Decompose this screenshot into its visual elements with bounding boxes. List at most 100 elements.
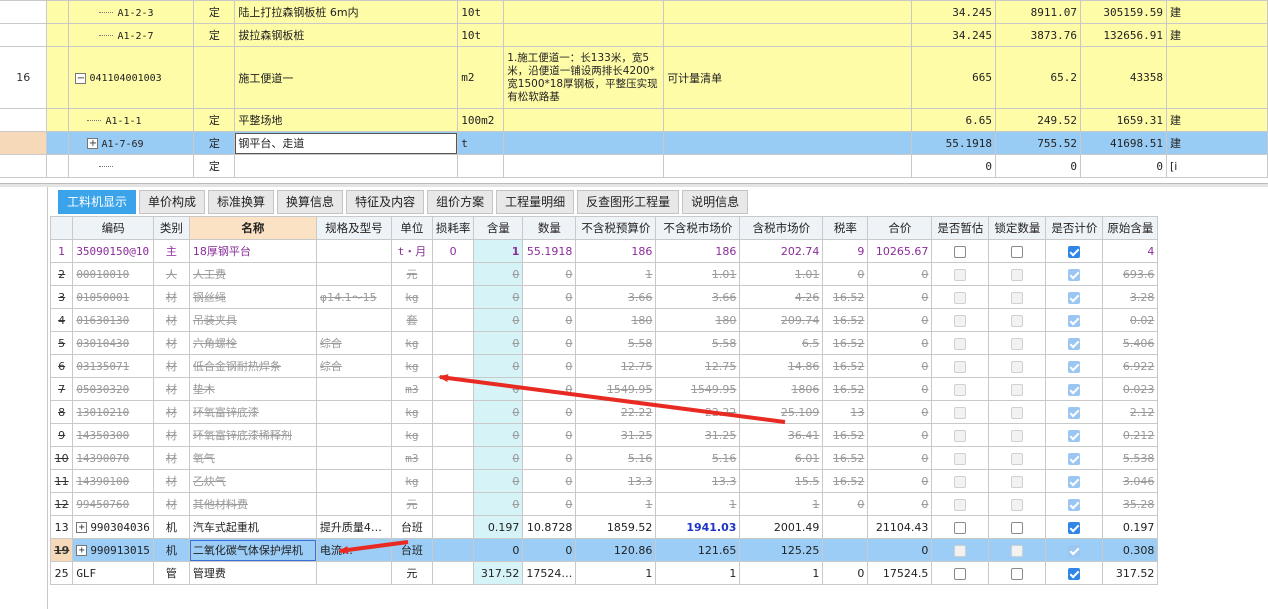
bill-code[interactable]: A1-2-7 [68,23,195,47]
cell-qty[interactable]: 55.1918 [522,239,577,263]
cell-code[interactable]: 14350300 [72,423,154,447]
cell-priced[interactable] [1045,354,1104,378]
bill-feature[interactable] [663,0,913,24]
cell-qty[interactable]: 0 [522,469,577,493]
cell-content[interactable]: 1 [473,239,524,263]
cell-content[interactable]: 0 [473,446,524,470]
cell-code[interactable]: 01630130 [72,308,154,332]
cell-tax[interactable]: 16.52 [822,331,869,355]
cell-lock[interactable] [988,561,1047,585]
cell-content[interactable]: 0 [473,262,524,286]
cell-name[interactable]: 六角螺栓 [188,331,317,355]
cell-taxmarket[interactable]: 14.86 [739,354,824,378]
cell-market[interactable]: 12.75 [655,354,741,378]
bill-row[interactable]: A1-2-3 定陆上打拉森钢板桩 6m内 10t 34.245 8911.07 30515… [0,0,1268,24]
cell-cat[interactable]: 材 [152,400,190,424]
resource-name-editor[interactable]: 二氧化碳气体保护焊机 [190,539,316,561]
cell-lock[interactable] [988,469,1047,493]
row-number[interactable]: 8 [49,400,74,424]
resource-row[interactable]: 13 +990304036 机汽车式起重机 提升质量4… 台班 0.197 10.8728 1… [49,515,1159,539]
bill-code[interactable]: + A1-7-69 [68,131,195,155]
cell-code[interactable]: 05030320 [72,377,154,401]
cell-orig[interactable]: 0.023 [1102,377,1159,401]
column-header[interactable]: 类别 [152,216,190,240]
cell-name[interactable]: 环氧富锌底漆 [188,400,317,424]
cell-priced[interactable] [1045,377,1104,401]
tab-5[interactable]: 组价方案 [427,190,494,214]
cell-unit[interactable]: kg [390,331,433,355]
cell-unit[interactable]: kg [390,423,433,447]
row-number[interactable]: 13 [49,515,74,539]
cell-budget[interactable]: 22.22 [575,400,657,424]
cell-budget[interactable]: 12.75 [575,354,657,378]
cell-tax[interactable] [822,538,869,562]
cell-tax[interactable]: 16.52 [822,446,869,470]
cell-name[interactable]: 氧气 [188,446,317,470]
cell-taxmarket[interactable]: 1.01 [739,262,824,286]
cell-spec[interactable] [315,423,392,447]
cell-cat[interactable]: 人 [152,262,190,286]
cell-name[interactable]: 钢丝绳 [188,285,317,309]
cell-taxmarket[interactable]: 2001.49 [739,515,824,539]
cell-spec[interactable] [315,377,392,401]
bill-extra[interactable]: 建 [1165,131,1268,155]
cell-market[interactable]: 13.3 [655,469,741,493]
cell-unit[interactable]: 元 [390,492,433,516]
checkbox-priced[interactable] [1068,268,1081,281]
cell-budget[interactable]: 5.58 [575,331,657,355]
cell-lock[interactable] [988,308,1047,332]
row-number[interactable] [0,0,48,24]
cell-loss[interactable] [431,561,475,585]
cell-est[interactable] [931,308,990,332]
tree-gutter[interactable] [46,46,70,109]
bill-quantity[interactable]: 55.1918 [911,131,996,155]
row-number[interactable]: 5 [49,331,74,355]
checkbox-lock[interactable] [1011,475,1024,488]
checkbox-est[interactable] [954,337,967,350]
bill-unit[interactable]: m2 [457,46,505,109]
cell-priced[interactable] [1045,331,1104,355]
cell-orig[interactable]: 0.212 [1102,423,1159,447]
cell-code[interactable]: 99450760 [72,492,154,516]
cell-market[interactable]: 1549.95 [655,377,741,401]
cell-content[interactable]: 317.52 [473,561,524,585]
resource-row[interactable]: 4 01630130 材吊装夹具套 0 0 180 180 209.74 16.52 0 0.02 [49,308,1159,332]
cell-qty[interactable]: 0 [522,331,577,355]
cell-tax[interactable]: 0 [822,561,869,585]
cell-content[interactable]: 0 [473,331,524,355]
cell-tax[interactable]: 16.52 [822,377,869,401]
row-number[interactable]: 9 [49,423,74,447]
cell-content[interactable]: 0 [473,354,524,378]
checkbox-est[interactable] [954,291,967,304]
cell-tax[interactable]: 16.52 [822,354,869,378]
cell-lock[interactable] [988,515,1047,539]
bill-desc[interactable] [503,23,665,47]
cell-spec[interactable] [315,561,392,585]
cell-orig[interactable]: 317.52 [1102,561,1159,585]
pane-splitter[interactable] [0,183,1268,187]
tab-3[interactable]: 换算信息 [277,190,344,214]
cell-spec[interactable]: 提升质量4… [315,515,392,539]
tree-gutter[interactable] [46,154,70,178]
cell-total[interactable]: 0 [867,446,933,470]
column-header[interactable]: 数量 [522,216,577,240]
cell-est[interactable] [931,331,990,355]
resource-row[interactable]: 2 00010010 人人工费元 0 0 1 1.01 1.01 0 0 693.6 [49,262,1159,286]
cell-priced[interactable] [1045,538,1104,562]
bill-name[interactable]: 平整场地 [234,108,459,132]
cell-qty[interactable]: 17524… [522,561,577,585]
cell-code[interactable]: 13010210 [72,400,154,424]
cell-est[interactable] [931,262,990,286]
cell-market[interactable]: 22.22 [655,400,741,424]
cell-qty[interactable]: 0 [522,285,577,309]
column-header[interactable]: 损耗率 [431,216,475,240]
cell-tax[interactable]: 16.52 [822,423,869,447]
cell-unit[interactable]: 台班 [390,515,433,539]
bill-name[interactable] [234,154,459,178]
cell-qty[interactable]: 0 [522,538,577,562]
column-header[interactable]: 规格及型号 [315,216,392,240]
cell-orig[interactable]: 2.12 [1102,400,1159,424]
bill-extra[interactable]: 建 [1165,0,1268,24]
bill-unit[interactable]: t [457,131,505,155]
cell-spec[interactable]: 电流… [315,538,392,562]
